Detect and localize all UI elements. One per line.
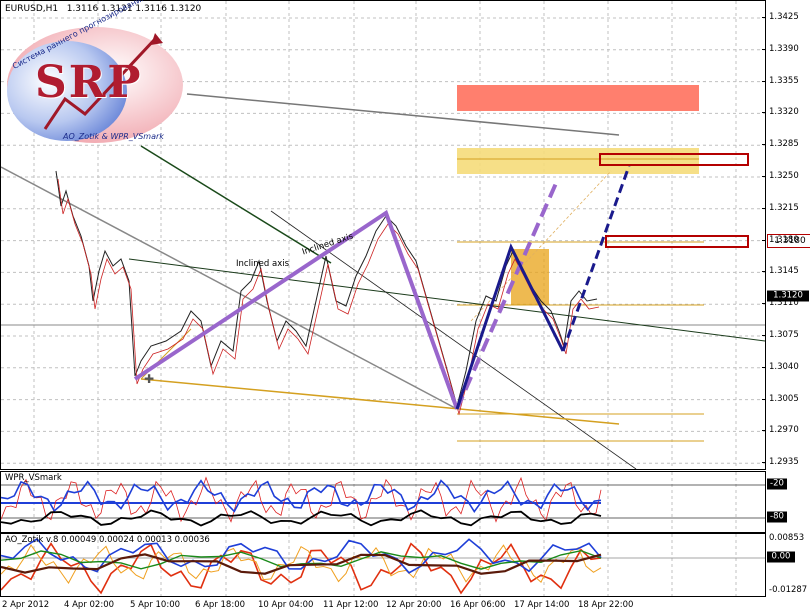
wpr-level-low: -80 (767, 511, 787, 523)
price-tick-label: 1.3040 (769, 361, 799, 372)
red-resistance-zone (457, 85, 699, 111)
time-label: 11 Apr 12:00 (323, 600, 379, 610)
price-tick-label: 1.3180 (769, 234, 799, 245)
price-tick-label: 1.3425 (769, 12, 799, 22)
ao-level-top: 0.00853 (769, 533, 805, 543)
level-label-box-upper (599, 153, 749, 166)
price-tick-label: 1.3005 (769, 393, 799, 404)
price-tick-label: 1.3145 (769, 266, 799, 277)
time-label: 12 Apr 20:00 (386, 600, 442, 610)
purple-pattern-line (133, 209, 459, 410)
price-tick-label: 1.3390 (769, 43, 799, 54)
logo-bottom-text: AO_Zotik & WPR_VSmark (63, 132, 164, 141)
wpr-scale: -20 -80 (765, 471, 810, 533)
time-label: 17 Apr 14:00 (514, 600, 570, 610)
wpr-level-high: -20 (767, 478, 787, 490)
wpr-canvas (1, 472, 765, 532)
price-tick-label: 1.2970 (769, 425, 799, 436)
level-label-box-lower (605, 235, 749, 248)
main-price-scale[interactable]: 1.3120 1.3180 1.3425 1.3390 1.3355 1.3320 1.… (762, 0, 810, 470)
price-tick-label: 1.3320 (769, 107, 799, 118)
svg-text:✚: ✚ (144, 372, 154, 386)
inclined-axis-label-1: Inclined axis (236, 259, 290, 269)
ao-scale: 0.00853 0.00 -0.01287 (765, 533, 810, 597)
time-label: 18 Apr 22:00 (578, 600, 634, 610)
price-tick-label: 1.3110 (769, 298, 799, 309)
time-label: 6 Apr 18:00 (195, 600, 246, 610)
logo-main-text: SRP (35, 57, 143, 108)
wpr-title: WPR_VSmark (5, 473, 62, 483)
navy-dashed-projection (561, 165, 631, 352)
ao-title: AO_Zotik v.8 0.00049 0.00024 0.00013 0.0… (5, 535, 210, 545)
wpr-indicator-pane[interactable]: WPR_VSmark (0, 471, 766, 533)
time-label: 4 Apr 02:00 (64, 600, 115, 610)
price-tick-label: 1.3355 (769, 75, 799, 86)
ao-level-zero: 0.00 (767, 551, 795, 563)
time-label: 10 Apr 04:00 (258, 600, 314, 610)
price-tick-label: 1.3075 (769, 330, 799, 340)
srp-logo: SRP Система раннего прогнозирования AO_Z… (5, 0, 187, 147)
time-label: 2 Apr 2012 (2, 600, 50, 610)
ao-level-bottom: -0.01287 (769, 585, 808, 595)
time-axis: 2 Apr 2012 4 Apr 02:00 5 Apr 10:00 6 Apr… (0, 597, 765, 614)
main-chart-pane[interactable]: ✚ EURUSD,H1 1.3116 1.3121 1.3116 1.3120 … (0, 0, 766, 470)
price-tick-label: 1.2935 (769, 457, 799, 468)
time-label: 16 Apr 06:00 (450, 600, 506, 610)
time-label: 5 Apr 10:00 (130, 600, 181, 610)
price-tick-label: 1.3285 (769, 139, 799, 150)
price-tick-label: 1.3250 (769, 171, 799, 181)
ao-indicator-pane[interactable]: AO_Zotik v.8 0.00049 0.00024 0.00013 0.0… (0, 533, 766, 597)
symbol-timeframe: EURUSD,H1 (5, 4, 59, 14)
price-tick-label: 1.3215 (769, 202, 799, 213)
